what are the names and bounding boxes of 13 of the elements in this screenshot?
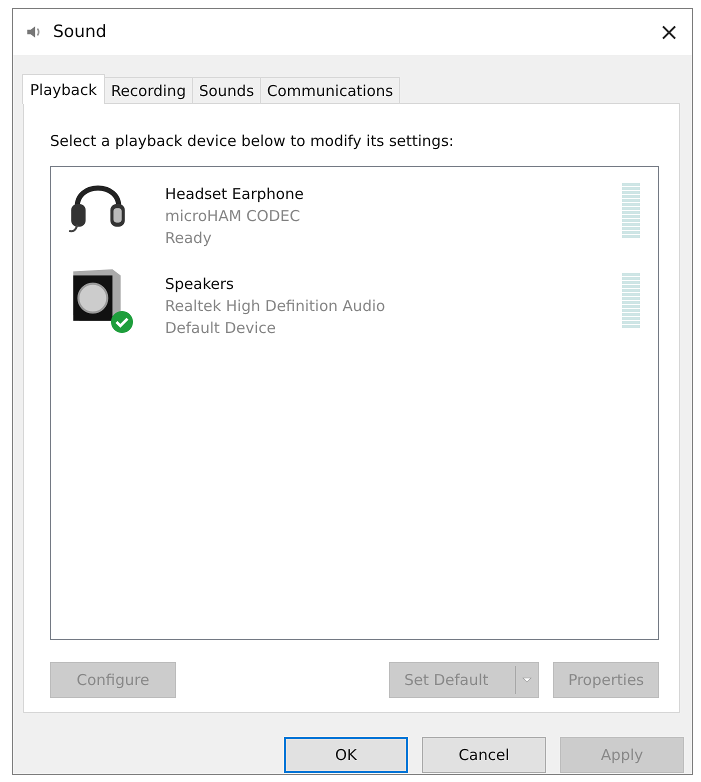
device-status: Default Device [165,318,277,339]
instruction-text: Select a playback device below to modify its settings: [50,132,455,150]
device-driver: Realtek High Definition Audio [165,296,386,317]
dialog-button[interactable]: OK [284,737,408,773]
tab[interactable]: Playback [22,74,105,104]
device-name: Headset Earphone [165,184,305,205]
window-title: Sound [53,22,108,42]
device-name: Speakers [165,274,235,295]
device-driver: microHAM CODEC [165,206,302,227]
tab[interactable]: Communications [260,77,400,103]
device-status: Ready [165,228,213,249]
close-button[interactable]: × [646,9,692,55]
dialog-button[interactable]: Cancel [422,737,546,773]
